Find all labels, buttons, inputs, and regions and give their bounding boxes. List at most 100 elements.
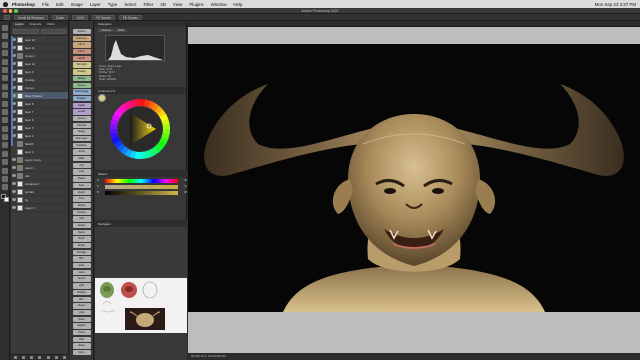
layer-row[interactable]: refs (11, 172, 68, 180)
layer-name[interactable]: refs (25, 174, 30, 178)
zoom-options-button[interactable]: Zoom (52, 14, 69, 20)
saturation-slider[interactable] (104, 185, 179, 189)
slider-value-b[interactable]: 88 (181, 191, 187, 194)
menu-item-view[interactable]: View (173, 2, 182, 7)
menu-item-help[interactable]: Help (233, 2, 242, 7)
action-button[interactable]: New Layer (72, 136, 91, 142)
action-button[interactable]: Picker (72, 329, 91, 336)
action-button[interactable]: Curves (72, 115, 91, 122)
action-button[interactable]: Duplicate (72, 142, 91, 149)
layer-name[interactable]: Curves (25, 86, 34, 90)
layer-name[interactable]: Base Shadow (25, 94, 42, 98)
layer-name[interactable]: portrait (25, 190, 34, 194)
action-button[interactable]: Lock (72, 169, 91, 175)
lasso-tool-icon[interactable] (1, 41, 8, 48)
layer-name[interactable]: layer 12 (25, 38, 35, 42)
visibility-eye-icon[interactable] (12, 166, 16, 169)
action-button[interactable]: Brush (72, 236, 91, 242)
action-button[interactable]: Rulers (72, 229, 91, 236)
action-button[interactable]: Save (72, 182, 91, 189)
layer-row[interactable]: portrait (11, 188, 68, 196)
action-button[interactable]: Merge (72, 129, 91, 135)
action-button[interactable]: Liquify (72, 102, 91, 108)
layer-row[interactable]: layer 3 (11, 148, 68, 156)
add-mask-icon[interactable] (30, 356, 34, 359)
action-button[interactable]: Noise (72, 263, 91, 269)
move-tool-icon[interactable] (1, 25, 8, 31)
action-button[interactable]: Rot 90 (72, 55, 91, 62)
layer-name[interactable]: Sketch (25, 142, 34, 146)
layer-name[interactable]: turnaround (25, 182, 39, 186)
layer-name[interactable]: layer 4 (25, 134, 33, 138)
action-button[interactable]: Texture (72, 276, 91, 282)
layer-row[interactable]: layer 10 (11, 60, 68, 68)
layer-name[interactable]: Layer 0 (25, 206, 34, 210)
layer-row[interactable]: layer 7 (11, 108, 68, 116)
action-button[interactable]: Flip V (72, 49, 91, 55)
eyedropper-tool-icon[interactable] (1, 66, 8, 73)
layer-row[interactable]: turnaround (11, 180, 68, 188)
action-button[interactable]: Blur (72, 256, 91, 262)
zoom-100-button[interactable]: 100% (72, 14, 89, 20)
menu-item-photoshop[interactable]: Photoshop (12, 2, 35, 7)
action-button[interactable]: Grain (72, 269, 91, 276)
apple-logo-icon[interactable] (3, 1, 8, 7)
layer-style-icon[interactable] (21, 356, 25, 359)
visibility-eye-icon[interactable] (12, 198, 16, 201)
menu-item-window[interactable]: Window (211, 2, 227, 7)
layer-row[interactable]: layer 4 (11, 132, 68, 140)
close-window-icon[interactable] (3, 9, 7, 13)
color-tab[interactable]: Coolorus 2.5 (95, 88, 186, 94)
brush-tool-icon[interactable] (1, 83, 8, 90)
action-button[interactable]: Actions (72, 29, 91, 35)
layer-row[interactable]: layer 11 (11, 44, 68, 52)
layer-row[interactable]: bg (11, 196, 68, 204)
action-button[interactable]: Group (72, 149, 91, 155)
menu-item-type[interactable]: Type (108, 2, 118, 7)
action-button[interactable]: Overlay (72, 69, 91, 75)
menu-item-plugins[interactable]: Plugins (189, 2, 203, 7)
action-button[interactable]: Soft Light (72, 62, 91, 68)
action-button[interactable]: Resize (72, 202, 91, 209)
zoom-window-icon[interactable] (14, 9, 18, 13)
layer-name[interactable]: layer 10 (25, 62, 35, 66)
eraser-tool-icon[interactable] (1, 108, 8, 115)
tab-channels[interactable]: Channels (27, 22, 43, 26)
color-wheel[interactable] (109, 98, 171, 160)
action-button[interactable]: Shadow (72, 289, 91, 296)
delete-layer-icon[interactable] (63, 356, 67, 359)
menu-item-edit[interactable]: Edit (56, 2, 64, 7)
layer-row[interactable]: layer 6 (11, 116, 68, 124)
action-button[interactable]: Crop (72, 196, 91, 202)
action-button[interactable]: Levels (72, 109, 91, 115)
blur-tool-icon[interactable] (1, 125, 8, 132)
new-group-icon[interactable] (46, 356, 50, 359)
action-button[interactable]: Undo (72, 309, 91, 316)
layer-name[interactable]: Layer 1 copy (25, 158, 41, 162)
demon-portrait-artwork[interactable] (188, 44, 640, 312)
layer-name[interactable]: bg (25, 198, 28, 202)
menu-item-3d[interactable]: 3D (160, 2, 166, 7)
layer-name[interactable]: layer 11 (25, 46, 35, 50)
channel-select[interactable]: RGB (115, 29, 127, 32)
action-button[interactable]: Hue/Sat (72, 122, 91, 129)
current-color-swatch[interactable] (98, 94, 106, 102)
layer-name[interactable]: Layer 1 (25, 166, 34, 170)
action-button[interactable]: Redo (72, 316, 91, 322)
hand-tool-icon[interactable] (1, 176, 8, 183)
slider-value-s[interactable]: 72 (181, 185, 187, 188)
layer-name[interactable]: layer 9 (25, 70, 33, 74)
layer-row[interactable]: Layer 1 (11, 164, 68, 172)
layer-row[interactable]: Layer 1 copy (11, 156, 68, 164)
hand-tool-icon[interactable] (4, 14, 10, 20)
action-button[interactable]: Flatten (72, 176, 91, 182)
action-button[interactable]: Flip H (72, 42, 91, 48)
layer-row[interactable]: layer 5 (11, 124, 68, 132)
shape-tool-icon[interactable] (1, 167, 8, 174)
tab-paths[interactable]: Paths (45, 22, 56, 26)
history-brush-tool-icon[interactable] (1, 100, 8, 107)
scroll-all-windows-checkbox[interactable]: Scroll All Windows (14, 14, 49, 20)
visibility-eye-icon[interactable] (12, 182, 16, 185)
action-button[interactable]: Symmetry (72, 35, 91, 42)
action-button[interactable]: Light (72, 283, 91, 289)
